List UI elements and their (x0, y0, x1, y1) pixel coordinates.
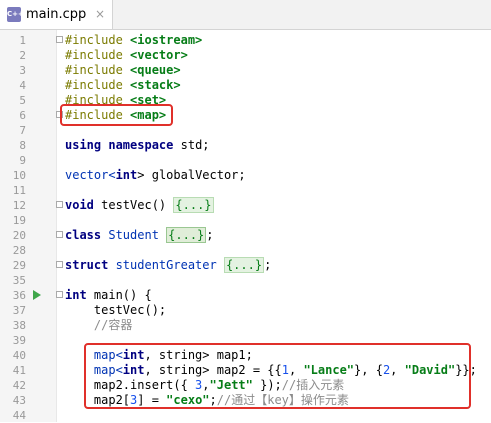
line-number: 19 (12, 214, 26, 227)
folded-block[interactable]: {...} (166, 227, 207, 243)
fold-icon[interactable] (56, 231, 63, 238)
line-number: 38 (12, 319, 26, 332)
line-number: 29 (12, 259, 26, 272)
code-line: 11 (0, 183, 491, 198)
line-number: 42 (12, 379, 26, 392)
code-line: 36 int main() { (0, 288, 491, 303)
line-number: 35 (12, 274, 26, 287)
highlight-box-map-code (84, 343, 471, 409)
line-number: 7 (19, 124, 26, 137)
code-text: #include <iostream> (65, 33, 203, 47)
code-text: struct studentGreater {...}; (65, 257, 272, 273)
code-line: 1 #include <iostream> (0, 33, 491, 48)
line-number: 41 (12, 364, 26, 377)
code-line: 37 testVec(); (0, 303, 491, 318)
line-number: 1 (19, 34, 26, 47)
code-line: 2 #include <vector> (0, 48, 491, 63)
cpp-file-icon: C++ (7, 7, 24, 22)
tab-label: main.cpp (26, 7, 87, 22)
line-number: 37 (12, 304, 26, 317)
code-text: void testVec() {...} (65, 197, 214, 213)
editor-tab-bar: C++ main.cpp × (0, 0, 491, 30)
code-text: #include <stack> (65, 78, 181, 92)
highlight-box-include-map (60, 104, 173, 126)
code-line: 9 (0, 153, 491, 168)
code-line: 28 (0, 243, 491, 258)
line-number: 43 (12, 394, 26, 407)
line-number: 20 (12, 229, 26, 242)
code-editor[interactable]: 1 #include <iostream> 2 #include <vector… (0, 30, 491, 422)
fold-icon[interactable] (56, 291, 63, 298)
code-line: 19 (0, 213, 491, 228)
code-line: 3 #include <queue> (0, 63, 491, 78)
code-text: using namespace std; (65, 138, 210, 152)
line-number: 12 (12, 199, 26, 212)
code-line: 38 //容器 (0, 318, 491, 333)
code-line: 35 (0, 273, 491, 288)
code-text: class Student {...}; (65, 227, 214, 243)
code-text: vector<int> globalVector; (65, 168, 246, 182)
line-number: 10 (12, 169, 26, 182)
code-text: #include <queue> (65, 63, 181, 77)
code-text: //容器 (65, 318, 133, 332)
fold-icon[interactable] (56, 201, 63, 208)
line-number: 36 (12, 289, 26, 302)
line-number: 40 (12, 349, 26, 362)
code-line: 10 vector<int> globalVector; (0, 168, 491, 183)
line-number: 28 (12, 244, 26, 257)
code-line: 29 struct studentGreater {...}; (0, 257, 491, 273)
line-number: 39 (12, 334, 26, 347)
code-text: #include <vector> (65, 48, 188, 62)
close-icon[interactable]: × (95, 0, 105, 29)
code-line: 20 class Student {...}; (0, 227, 491, 243)
line-number: 11 (12, 184, 26, 197)
line-number: 6 (19, 109, 26, 122)
code-line: 44 (0, 408, 491, 423)
fold-icon[interactable] (56, 261, 63, 268)
tab-main-cpp[interactable]: C++ main.cpp × (0, 0, 113, 29)
folded-block[interactable]: {...} (223, 257, 265, 273)
code-line: 8 using namespace std; (0, 138, 491, 153)
line-number: 4 (19, 79, 26, 92)
code-text: int main() { (65, 288, 152, 302)
code-text: testVec(); (65, 303, 167, 317)
code-line: 4 #include <stack> (0, 78, 491, 93)
line-number: 3 (19, 64, 26, 77)
folded-block[interactable]: {...} (173, 197, 214, 213)
line-number: 2 (19, 49, 26, 62)
line-number: 8 (19, 139, 26, 152)
fold-icon[interactable] (56, 36, 63, 43)
code-line: 12 void testVec() {...} (0, 197, 491, 213)
line-number: 9 (19, 154, 26, 167)
line-number: 5 (19, 94, 26, 107)
run-icon[interactable] (33, 290, 41, 300)
line-number: 44 (12, 409, 26, 422)
